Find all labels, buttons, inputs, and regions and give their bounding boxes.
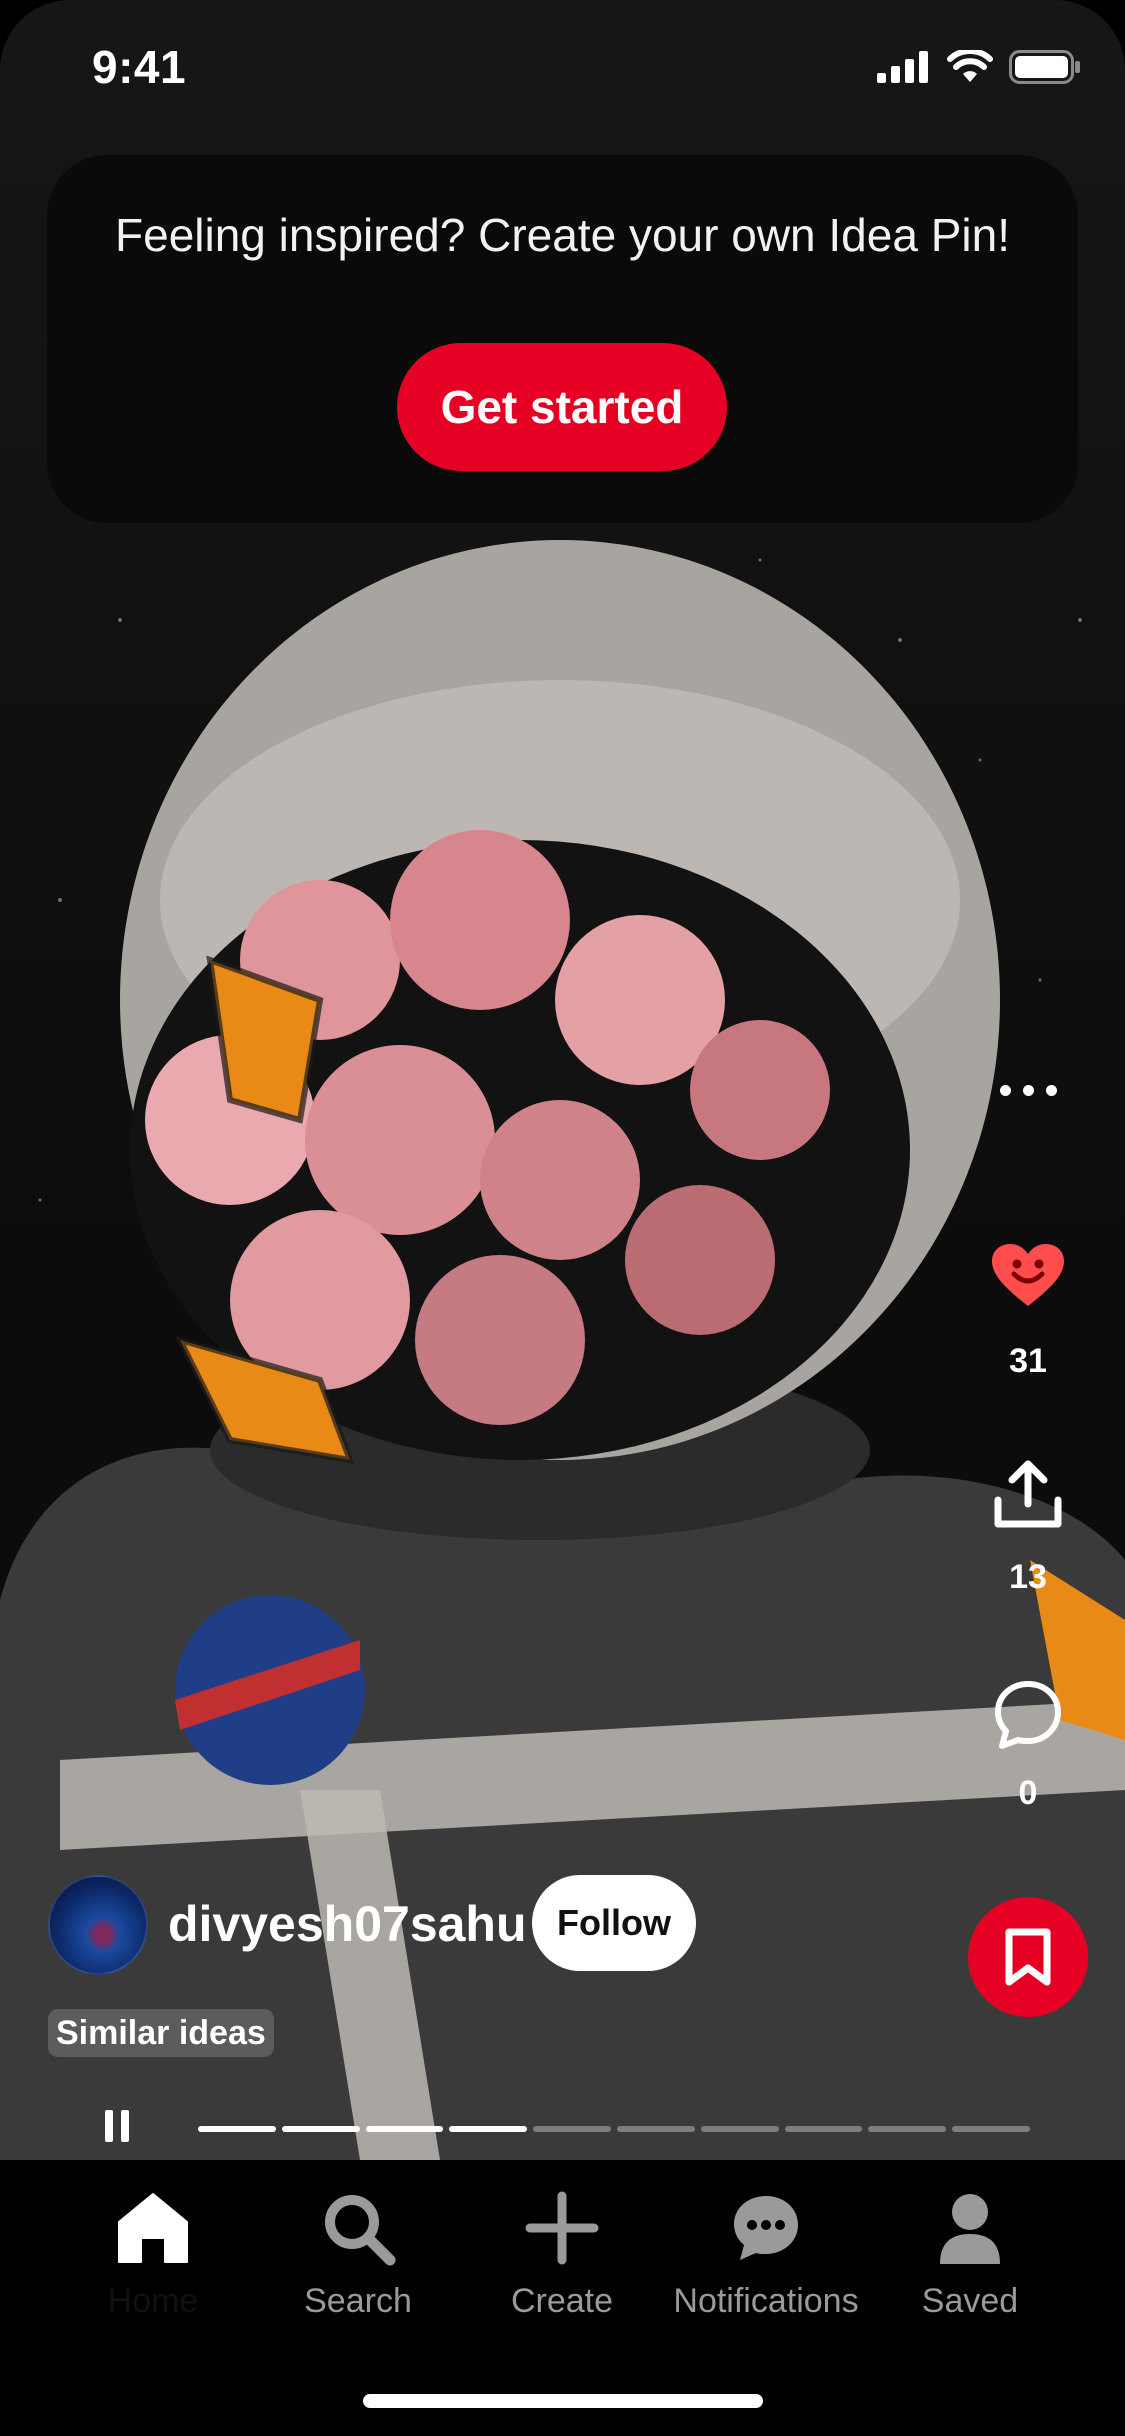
get-started-button[interactable]: Get started [397,343,727,471]
nav-item-notifications[interactable]: Notifications [666,2180,866,2321]
progress-segment [868,2126,947,2132]
progress-segment [365,2126,444,2132]
comment-count: 0 [1018,1774,1038,1812]
progress-segment [281,2126,360,2132]
bookmark-icon [1005,1928,1051,1986]
progress-segment [952,2126,1030,2132]
comment-icon[interactable] [992,1678,1064,1755]
creator-username[interactable]: divyesh07sahu [168,1895,527,1953]
chat-icon [734,2196,798,2260]
battery-icon [1009,50,1080,84]
nav-item-search[interactable]: Search [258,2180,458,2321]
story-progress-bar [198,2126,1030,2132]
nav-label-notifications: Notifications [673,2282,859,2320]
progress-segment [700,2126,779,2132]
nav-item-home[interactable]: Home [53,2180,253,2321]
nav-label-search: Search [304,2282,412,2320]
reaction-heart-icon[interactable] [990,1242,1066,1313]
follow-button[interactable]: Follow [532,1875,696,1971]
status-time: 9:41 [92,41,187,93]
progress-segment [784,2126,863,2132]
progress-segment [616,2126,695,2132]
home-indicator [363,2394,763,2408]
plus-icon [525,2191,599,2265]
progress-segment [198,2126,276,2132]
similar-ideas-button[interactable]: Similar ideas [48,2009,274,2057]
nav-item-saved[interactable]: Saved [870,2180,1070,2321]
wifi-icon [947,50,993,82]
pause-icon[interactable] [105,2110,129,2142]
banner-message: Feeling inspired? Create your own Idea P… [115,209,1010,261]
more-options-icon[interactable] [1000,1085,1057,1096]
nav-label-home: Home [107,2282,199,2320]
profile-icon [940,2194,1000,2264]
cellular-signal-icon [877,51,928,83]
creator-avatar[interactable] [48,1875,148,1975]
nav-label-create: Create [510,2282,614,2320]
nav-label-saved: Saved [921,2282,1019,2320]
nav-item-create[interactable]: Create [462,2180,662,2321]
share-icon[interactable] [992,1460,1064,1535]
progress-segment [449,2126,528,2132]
search-icon [325,2195,396,2266]
share-count: 13 [1009,1558,1047,1596]
idea-pin-screen: 9:41 Feeling inspired? Create your own I… [0,0,1125,2436]
create-idea-pin-banner: Feeling inspired? Create your own Idea P… [47,155,1078,523]
progress-segment [533,2126,611,2132]
reaction-count: 31 [1009,1342,1047,1380]
save-pin-button[interactable] [968,1897,1088,2017]
home-icon [118,2193,188,2263]
status-icons [877,50,1081,84]
